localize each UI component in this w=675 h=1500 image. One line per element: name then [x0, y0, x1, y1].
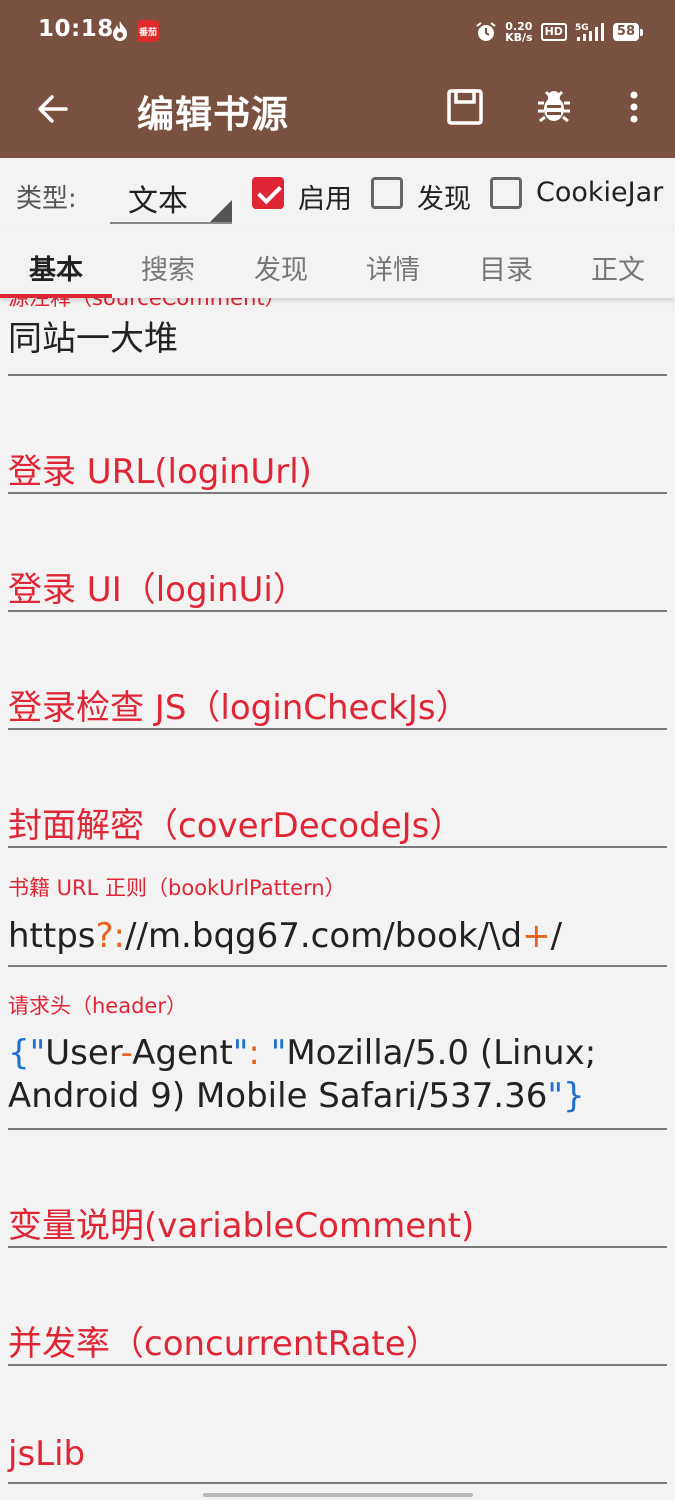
tab-detail[interactable]: 详情	[337, 248, 449, 287]
field-source-comment-label: 源注释（sourceComment）	[8, 298, 286, 310]
field-underline	[8, 1128, 667, 1130]
field-underline	[8, 1246, 667, 1248]
bug-icon	[538, 90, 570, 123]
save-icon	[447, 89, 483, 125]
field-book-url-pattern-label: 书籍 URL 正则（bookUrlPattern）	[8, 876, 346, 900]
field-underline	[8, 610, 667, 612]
status-time: 10:18	[38, 16, 114, 42]
signal-icon: 5G	[575, 23, 604, 41]
tab-basic[interactable]: 基本	[0, 248, 112, 287]
dropdown-triangle-icon	[210, 200, 232, 222]
gesture-nav-bar[interactable]	[203, 1493, 473, 1497]
field-header-value-line1: {"User-Agent": "Mozilla/5.0 (Linux;	[8, 1033, 597, 1073]
tab-bar: 基本 搜索 发现 详情 目录 正文	[0, 232, 675, 298]
field-book-url-pattern-value: https?://m.bqg67.com/book/\d+/	[8, 916, 563, 956]
field-concurrent-rate[interactable]: 并发率（concurrentRate）	[8, 1316, 667, 1368]
field-underline	[8, 846, 667, 848]
field-login-check-js-hint: 登录检查 JS（loginCheckJs）	[8, 688, 470, 728]
field-header[interactable]: 请求头（header） {"User-Agent": "Mozilla/5.0 …	[8, 990, 667, 1132]
field-login-url-hint: 登录 URL(loginUrl)	[8, 452, 312, 492]
tab-toc[interactable]: 目录	[450, 248, 562, 287]
type-select[interactable]: 文本	[110, 172, 232, 224]
type-select-value: 文本	[128, 184, 188, 219]
field-underline	[8, 374, 667, 376]
svg-text:5G: 5G	[575, 23, 589, 33]
field-variable-comment[interactable]: 变量说明(variableComment)	[8, 1198, 667, 1250]
field-cover-decode-js[interactable]: 封面解密（coverDecodeJs）	[8, 798, 667, 850]
type-row: 类型: 文本 启用 发现 CookieJar	[0, 158, 675, 232]
app-notification-icon: 番茄	[137, 20, 159, 42]
form-scroll[interactable]: 源注释（sourceComment） 同站一大堆 登录 URL(loginUrl…	[0, 298, 675, 1500]
tab-search[interactable]: 搜索	[112, 248, 224, 287]
more-options-button[interactable]	[612, 84, 656, 130]
field-variable-comment-hint: 变量说明(variableComment)	[8, 1206, 475, 1246]
field-underline	[8, 728, 667, 730]
checkbox-cookiejar[interactable]	[490, 177, 522, 209]
field-login-check-js[interactable]: 登录检查 JS（loginCheckJs）	[8, 680, 667, 732]
field-underline	[8, 1364, 667, 1366]
field-header-label: 请求头（header）	[8, 994, 187, 1018]
field-underline	[8, 965, 667, 967]
field-source-comment[interactable]: 源注释（sourceComment） 同站一大堆	[8, 298, 667, 378]
field-header-value-line2: Android 9) Mobile Safari/537.36"}	[8, 1076, 585, 1116]
field-login-ui[interactable]: 登录 UI（loginUi）	[8, 562, 667, 614]
checkbox-cookiejar-label: CookieJar	[536, 177, 664, 208]
field-login-url[interactable]: 登录 URL(loginUrl)	[8, 444, 667, 496]
status-bar: 10:18 番茄 0.20 KB/s HD 5G 58	[0, 0, 675, 64]
field-cover-decode-js-hint: 封面解密（coverDecodeJs）	[8, 806, 464, 846]
field-login-ui-hint: 登录 UI（loginUi）	[8, 570, 307, 610]
tab-content[interactable]: 正文	[562, 248, 674, 287]
field-concurrent-rate-hint: 并发率（concurrentRate）	[8, 1324, 440, 1364]
checkbox-enabled-label: 启用	[298, 184, 352, 215]
flame-icon	[113, 21, 127, 41]
app-bar: 编辑书源	[0, 64, 675, 158]
checkbox-explore[interactable]	[371, 177, 403, 209]
field-underline	[8, 1482, 667, 1484]
top-bar: 10:18 番茄 0.20 KB/s HD 5G 58 编辑书源	[0, 0, 675, 158]
arrow-back-icon	[38, 95, 68, 123]
page-title: 编辑书源	[137, 93, 289, 136]
save-button[interactable]	[442, 84, 488, 130]
tab-explore[interactable]: 发现	[225, 248, 337, 287]
debug-button[interactable]	[531, 84, 577, 130]
status-right: 0.20 KB/s HD 5G 58	[475, 18, 644, 46]
field-jslib[interactable]: jsLib	[8, 1434, 667, 1486]
field-source-comment-value: 同站一大堆	[8, 319, 178, 359]
hd-indicator: HD	[540, 23, 567, 41]
net-speed: 0.20 KB/s	[505, 20, 533, 44]
back-button[interactable]	[30, 86, 76, 132]
field-underline	[8, 492, 667, 494]
checkbox-enabled[interactable]	[252, 177, 284, 209]
type-label: 类型:	[16, 184, 77, 214]
battery-indicator: 58	[612, 23, 644, 41]
alarm-icon	[476, 22, 496, 41]
more-vert-icon	[630, 91, 638, 123]
field-jslib-hint: jsLib	[8, 1434, 86, 1474]
tab-indicator	[0, 294, 112, 298]
checkbox-explore-label: 发现	[417, 184, 471, 215]
field-book-url-pattern[interactable]: 书籍 URL 正则（bookUrlPattern） https?://m.bqg…	[8, 872, 667, 968]
